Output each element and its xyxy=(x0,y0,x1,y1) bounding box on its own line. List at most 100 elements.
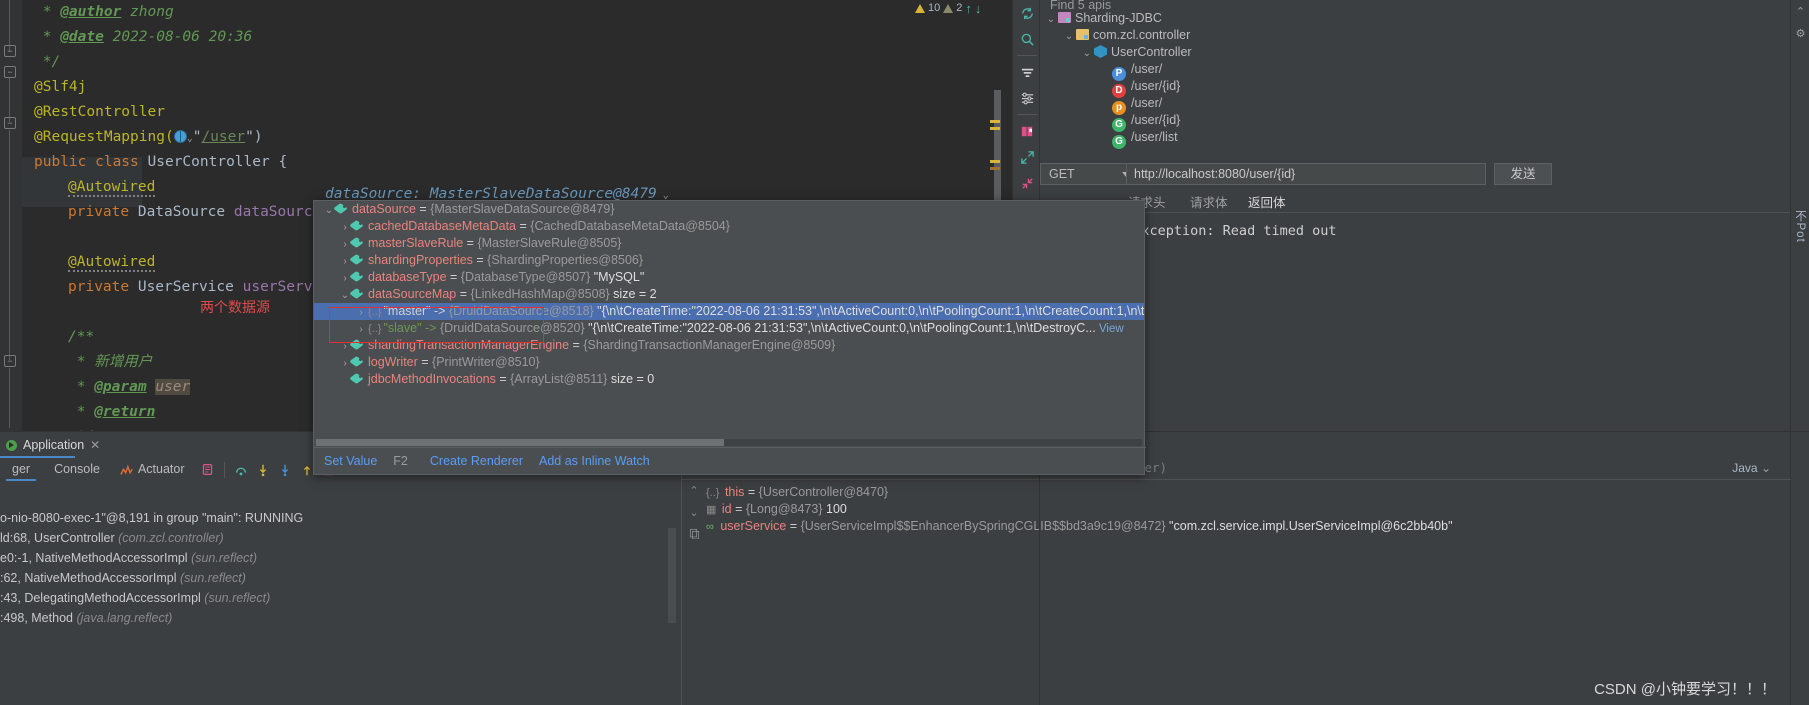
http-url-input[interactable]: http://localhost:8080/user/{id} xyxy=(1126,163,1486,185)
stack-frame-row[interactable]: :62, NativeMethodAccessorImpl (sun.refle… xyxy=(0,568,680,588)
field-tag-icon xyxy=(352,255,365,265)
field-tag-icon xyxy=(352,221,365,231)
api-tree-row[interactable]: ⌄UserController xyxy=(1040,44,1560,61)
maximize-icon[interactable]: ⌃ xyxy=(1791,0,1809,22)
debugger-tree-row[interactable]: ›{..}"slave" -> {DruidDataSource@8520} "… xyxy=(314,320,1144,337)
debugger-tree-row[interactable]: jdbcMethodInvocations = {ArrayList@8511}… xyxy=(314,371,1144,388)
chevron-right-icon[interactable]: › xyxy=(338,338,352,355)
module-folder-icon xyxy=(1058,12,1071,23)
filter-icon[interactable] xyxy=(1013,59,1041,85)
stack-frame-row[interactable]: ld:68, UserController (com.zcl.controlle… xyxy=(0,528,680,548)
chevron-right-icon[interactable]: › xyxy=(354,304,368,321)
expand-icon[interactable] xyxy=(1013,144,1041,170)
fold-icon[interactable]: − xyxy=(4,66,16,78)
api-tree-row[interactable]: G/user/{id} xyxy=(1040,112,1560,129)
popup-footer[interactable]: Set Value F2 Create Renderer Add as Inli… xyxy=(314,447,1146,474)
variable-row[interactable]: ▦ id = {Long@8473} 100 xyxy=(682,501,1791,518)
next-problem-icon[interactable]: ↓ xyxy=(975,1,982,16)
subtab-console[interactable]: Console xyxy=(42,457,112,482)
variable-type: {DruidDataSource@8520} xyxy=(440,321,585,335)
collapse-icon[interactable] xyxy=(1013,170,1041,196)
settings-sliders-icon[interactable] xyxy=(1013,85,1041,111)
prev-problem-icon[interactable]: ↑ xyxy=(965,1,972,16)
chevron-right-icon[interactable]: › xyxy=(338,355,352,372)
stack-frame-row[interactable]: e0:-1, NativeMethodAccessorImpl (sun.ref… xyxy=(0,548,680,568)
set-value-link[interactable]: Set Value xyxy=(324,454,377,468)
fold-icon[interactable]: − xyxy=(4,45,16,57)
chevron-right-icon[interactable]: › xyxy=(338,253,352,270)
debugger-variable-tree[interactable]: ⌄dataSource = {MasterSlaveDataSource@847… xyxy=(314,201,1144,438)
right-tool-strip[interactable]: ⌃ ⚙ 不Pot xyxy=(1790,0,1809,705)
language-selector[interactable]: Java ⌄ xyxy=(1732,461,1771,475)
run-tab-application[interactable]: Application ✕ xyxy=(0,434,100,456)
api-tree-row[interactable]: p/user/ xyxy=(1040,95,1560,112)
map-entry-icon: {..} xyxy=(368,306,381,318)
debugger-tree-row[interactable]: ›cachedDatabaseMetaData = {CachedDatabas… xyxy=(314,218,1144,235)
chevron-down-icon[interactable]: ⌄ xyxy=(322,202,336,219)
api-tree-row[interactable]: D/user/{id} xyxy=(1040,78,1560,95)
search-icon[interactable] xyxy=(1013,26,1041,52)
debugger-tree-row[interactable]: ›shardingTransactionManagerEngine = {Sha… xyxy=(314,337,1144,354)
debugger-tree-row[interactable]: ⌄dataSource = {MasterSlaveDataSource@847… xyxy=(314,201,1144,218)
variable-row[interactable]: ∞ userService = {UserServiceImpl$$Enhanc… xyxy=(682,518,1791,535)
fold-icon[interactable]: − xyxy=(4,117,16,129)
force-step-into-icon[interactable] xyxy=(274,459,296,481)
debugger-tree-row[interactable]: ›{..}"master" -> {DruidDataSource@8518} … xyxy=(314,303,1144,320)
chevron-down-icon[interactable]: ⌄ xyxy=(1062,28,1076,45)
debugger-tree-row[interactable]: ›masterSlaveRule = {MasterSlaveRule@8505… xyxy=(314,235,1144,252)
chevron-right-icon[interactable]: › xyxy=(338,219,352,236)
api-tree-row[interactable]: ⌄Sharding-JDBC xyxy=(1040,10,1560,27)
tab-response-body[interactable]: 返回体 xyxy=(1248,192,1286,211)
chevron-right-icon[interactable]: › xyxy=(338,270,352,287)
variable-name: cachedDatabaseMetaData xyxy=(368,219,516,233)
http-response-tabs[interactable]: 请求头 请求体 返回体 xyxy=(1040,190,1809,212)
debugger-tree-row[interactable]: ›shardingProperties = {ShardingPropertie… xyxy=(314,252,1144,269)
chevron-down-icon[interactable]: ⌄ xyxy=(1044,11,1058,28)
chevron-right-icon[interactable]: › xyxy=(338,236,352,253)
api-tree-row[interactable]: G/user/list xyxy=(1040,129,1560,146)
add-inline-watch-link[interactable]: Add as Inline Watch xyxy=(539,454,650,468)
step-into-icon[interactable] xyxy=(252,459,274,481)
popup-horizontal-scrollbar[interactable] xyxy=(316,439,1142,446)
api-tree-row[interactable]: P/user/ xyxy=(1040,61,1560,78)
debugger-value-popup[interactable]: ⌄dataSource = {MasterSlaveDataSource@847… xyxy=(313,200,1145,475)
api-tree-label: com.zcl.controller xyxy=(1093,28,1190,42)
api-tree[interactable]: ⌄Sharding-JDBC⌄com.zcl.controller⌄UserCo… xyxy=(1040,10,1560,146)
subtab-debugger[interactable]: ger xyxy=(0,457,42,482)
close-icon[interactable]: ✕ xyxy=(90,438,100,452)
create-renderer-link[interactable]: Create Renderer xyxy=(430,454,523,468)
settings-icon[interactable]: ⚙ xyxy=(1791,22,1809,44)
tab-request-body[interactable]: 请求体 xyxy=(1190,192,1228,211)
chevron-right-icon[interactable]: › xyxy=(354,321,368,338)
api-tree-row[interactable]: ⌄ com.zcl.controller xyxy=(1040,27,1560,44)
http-method-select[interactable]: GET xyxy=(1040,163,1138,185)
variables-list[interactable]: {..} this = {UserController@8470}▦ id = … xyxy=(682,484,1791,535)
step-over-icon[interactable] xyxy=(230,459,252,481)
stack-frame-method: ld:68, UserController xyxy=(0,531,118,545)
code-token: @Autowired xyxy=(68,254,155,272)
call-stack-frames[interactable]: ld:68, UserController (com.zcl.controlle… xyxy=(0,528,680,628)
stack-frame-row[interactable]: :498, Method (java.lang.reflect) xyxy=(0,608,680,628)
chevron-down-icon[interactable]: ⌄ xyxy=(1080,45,1094,62)
debugger-tree-row[interactable]: ›databaseType = {DatabaseType@8507} "MyS… xyxy=(314,269,1144,286)
debugger-tree-row[interactable]: ›logWriter = {PrintWriter@8510} xyxy=(314,354,1144,371)
right-strip-label[interactable]: 不Pot xyxy=(1792,210,1808,243)
frames-scrollbar[interactable] xyxy=(668,528,676,623)
variable-type: {ShardingProperties@8506} xyxy=(487,253,643,267)
api-tree-label: /user/ xyxy=(1131,96,1162,110)
debugger-tree-row[interactable]: ⌄dataSourceMap = {LinkedHashMap@8508} si… xyxy=(314,286,1144,303)
chevron-down-icon[interactable]: ⌄ xyxy=(338,287,352,304)
refresh-icon[interactable] xyxy=(1013,0,1041,26)
view-value-link[interactable]: View xyxy=(1096,323,1124,335)
web-endpoint-icon[interactable] xyxy=(174,130,187,143)
fold-icon[interactable]: − xyxy=(4,355,16,367)
http-request-bar[interactable]: GET http://localhost:8080/user/{id} 发送 xyxy=(1040,163,1809,191)
package-folder-icon xyxy=(1076,29,1089,40)
stack-frame-row[interactable]: :43, DelegatingMethodAccessorImpl (sun.r… xyxy=(0,588,680,608)
editor-gutter[interactable]: − − − − xyxy=(0,0,22,432)
book-icon[interactable] xyxy=(1013,118,1041,144)
variable-row[interactable]: {..} this = {UserController@8470} xyxy=(682,484,1791,501)
send-request-button[interactable]: 发送 xyxy=(1494,163,1552,185)
subtab-actuator[interactable]: Actuator xyxy=(112,457,197,482)
mute-breakpoints-icon[interactable] xyxy=(197,459,219,481)
